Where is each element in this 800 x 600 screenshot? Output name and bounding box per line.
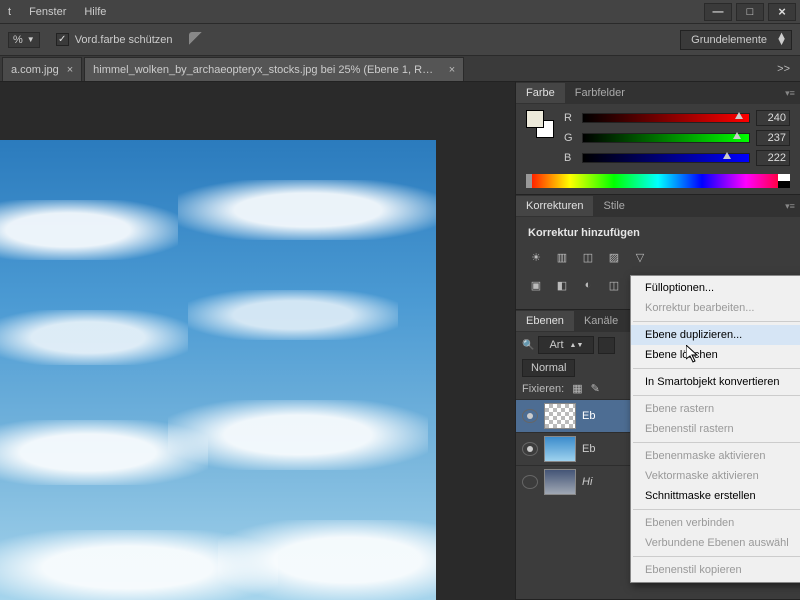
visibility-toggle[interactable] <box>522 409 538 423</box>
tab-kanaele[interactable]: Kanäle <box>574 311 628 331</box>
blend-mode-select[interactable]: Normal <box>522 359 575 377</box>
protect-fg-label: Vord.farbe schützen <box>75 34 173 46</box>
cm-schnittmaske[interactable]: Schnittmaske erstellen <box>631 486 800 506</box>
document-canvas[interactable] <box>0 140 436 600</box>
checkmark-icon: ✓ <box>56 33 69 46</box>
separator <box>633 442 800 443</box>
panel-menu-icon[interactable]: ▾≡ <box>780 88 800 99</box>
maximize-button[interactable]: □ <box>736 3 764 21</box>
cm-verbundene-auswaehlen: Verbundene Ebenen auswähl <box>631 533 800 553</box>
workspace-selector[interactable]: Grundelemente ▲▼ <box>680 30 792 50</box>
r-value[interactable]: 240 <box>756 110 790 126</box>
updown-icon: ▲▼ <box>570 342 584 349</box>
lock-paint-icon[interactable]: ✎ <box>591 382 600 395</box>
document-tab-1[interactable]: a.com.jpg × <box>2 57 82 81</box>
menubar: t Fenster Hilfe — □ × <box>0 0 800 24</box>
b-value[interactable]: 222 <box>756 150 790 166</box>
tabs-overflow-button[interactable]: >> <box>767 63 800 75</box>
b-slider[interactable] <box>582 153 750 163</box>
separator <box>633 395 800 396</box>
menu-item-hilfe[interactable]: Hilfe <box>84 6 106 18</box>
cm-ebenenstil-rastern: Ebenenstil rastern <box>631 419 800 439</box>
tab-stile[interactable]: Stile <box>593 196 634 216</box>
channel-mixer-icon[interactable]: ◫ <box>606 277 622 293</box>
fgbg-swatch[interactable] <box>526 110 554 138</box>
menu-item-t[interactable]: t <box>8 6 11 18</box>
photo-filter-icon[interactable]: ◐ <box>580 277 596 293</box>
cm-vektormaske: Vektormaske aktivieren <box>631 466 800 486</box>
separator <box>633 556 800 557</box>
layer-context-menu: Fülloptionen... Korrektur bearbeiten... … <box>630 275 800 583</box>
bw-icon[interactable]: ◧ <box>554 277 570 293</box>
curves-icon[interactable]: ◫ <box>580 249 596 265</box>
cm-ebenen-verbinden: Ebenen verbinden <box>631 513 800 533</box>
cm-ebenenstil-kopieren: Ebenenstil kopieren <box>631 560 800 580</box>
layer-thumbnail[interactable] <box>544 469 576 495</box>
cm-korrektur-bearbeiten: Korrektur bearbeiten... <box>631 298 800 318</box>
tab-farbfelder[interactable]: Farbfelder <box>565 83 635 103</box>
canvas-area <box>0 82 515 600</box>
r-slider[interactable] <box>582 113 750 123</box>
blend-label: Normal <box>531 362 566 374</box>
levels-icon[interactable]: ▥ <box>554 249 570 265</box>
document-tabs: a.com.jpg × himmel_wolken_by_archaeopter… <box>0 56 800 82</box>
tab-ebenen[interactable]: Ebenen <box>516 311 574 331</box>
lock-label: Fixieren: <box>522 383 564 395</box>
vibrance-icon[interactable]: ▽ <box>632 249 648 265</box>
cm-smartobjekt[interactable]: In Smartobjekt konvertieren <box>631 372 800 392</box>
adjustments-row-1: ☀ ▥ ◫ ▨ ▽ <box>526 247 790 275</box>
layer-thumbnail[interactable] <box>544 436 576 462</box>
brush-icon[interactable] <box>189 32 205 48</box>
visibility-toggle[interactable] <box>522 475 538 489</box>
percent-label: % <box>13 34 23 46</box>
updown-icon: ▲▼ <box>776 33 787 45</box>
options-bar: % ▼ ✓ Vord.farbe schützen Grundelemente … <box>0 24 800 56</box>
visibility-toggle[interactable] <box>522 442 538 456</box>
search-icon: 🔍 <box>522 340 534 351</box>
separator <box>633 368 800 369</box>
cm-ebene-duplizieren[interactable]: Ebene duplizieren... <box>631 325 800 345</box>
tab-title: a.com.jpg <box>11 64 59 76</box>
tab-farbe[interactable]: Farbe <box>516 83 565 103</box>
opacity-field[interactable]: % ▼ <box>8 32 40 48</box>
panel-menu-icon[interactable]: ▾≡ <box>780 201 800 212</box>
close-icon[interactable]: × <box>67 64 73 76</box>
chevron-down-icon: ▼ <box>27 35 35 44</box>
close-button[interactable]: × <box>768 3 796 21</box>
r-label: R <box>564 112 576 124</box>
document-tab-2[interactable]: himmel_wolken_by_archaeopteryx_stocks.jp… <box>84 57 464 81</box>
brightness-icon[interactable]: ☀ <box>528 249 544 265</box>
window-controls: — □ × <box>704 3 796 21</box>
g-slider[interactable] <box>582 133 750 143</box>
g-label: G <box>564 132 576 144</box>
b-label: B <box>564 152 576 164</box>
filter-label: Art <box>549 339 563 351</box>
hue-icon[interactable]: ▣ <box>528 277 544 293</box>
protect-fg-checkbox[interactable]: ✓ Vord.farbe schützen <box>56 33 173 46</box>
filter-icons <box>598 337 615 354</box>
filter-pixel-icon[interactable] <box>598 337 615 354</box>
menu-item-fenster[interactable]: Fenster <box>29 6 66 18</box>
separator <box>633 321 800 322</box>
cm-fuelloptionen[interactable]: Fülloptionen... <box>631 278 800 298</box>
color-panel: Farbe Farbfelder ▾≡ R 240 <box>516 82 800 195</box>
cm-ebene-loeschen[interactable]: Ebene löschen <box>631 345 800 365</box>
close-icon[interactable]: × <box>449 64 455 76</box>
tab-title: himmel_wolken_by_archaeopteryx_stocks.jp… <box>93 64 441 76</box>
g-value[interactable]: 237 <box>756 130 790 146</box>
layer-filter-select[interactable]: Art ▲▼ <box>538 336 594 354</box>
cm-ebenenmaske: Ebenenmaske aktivieren <box>631 446 800 466</box>
color-spectrum[interactable] <box>526 174 790 188</box>
cm-ebene-rastern: Ebene rastern <box>631 399 800 419</box>
separator <box>633 509 800 510</box>
fg-color-swatch[interactable] <box>526 110 544 128</box>
layer-thumbnail[interactable] <box>544 403 576 429</box>
tab-korrekturen[interactable]: Korrekturen <box>516 196 593 216</box>
minimize-button[interactable]: — <box>704 3 732 21</box>
workspace-label: Grundelemente <box>691 34 767 46</box>
adjustments-title: Korrektur hinzufügen <box>526 223 790 247</box>
exposure-icon[interactable]: ▨ <box>606 249 622 265</box>
lock-transparency-icon[interactable]: ▦ <box>572 382 582 395</box>
